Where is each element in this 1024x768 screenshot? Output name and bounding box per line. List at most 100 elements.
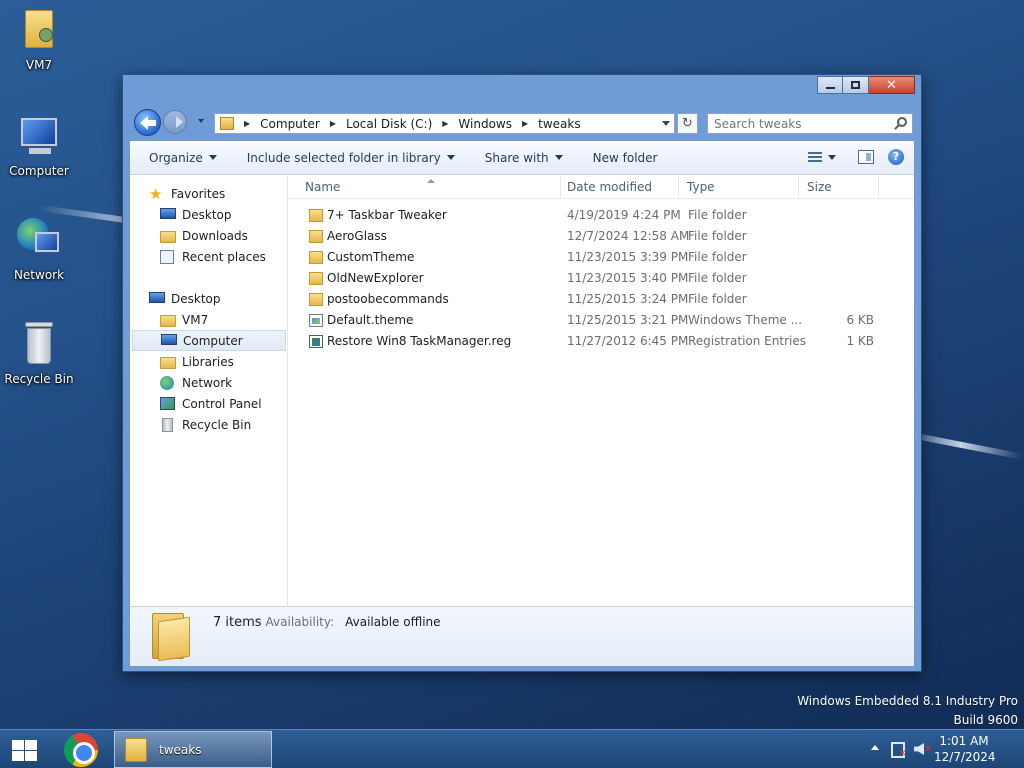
breadcrumb-local-disk[interactable]: Local Disk (C:)	[346, 117, 432, 131]
include-in-library-menu[interactable]: Include selected folder in library	[247, 151, 455, 165]
nav-control-panel[interactable]: Control Panel	[160, 393, 262, 414]
user-folder-icon	[15, 6, 63, 54]
breadcrumb-windows[interactable]: Windows	[458, 117, 512, 131]
maximize-button[interactable]	[843, 76, 869, 94]
address-dropdown-icon[interactable]	[662, 121, 670, 126]
network-disconnected-icon[interactable]	[891, 742, 907, 759]
file-row[interactable]: CustomTheme 11/23/2015 3:39 PM File fold…	[289, 247, 914, 268]
file-type: File folder	[688, 271, 747, 285]
breadcrumb-separator[interactable]: ▶	[522, 119, 528, 128]
nav-desktop-label: Desktop	[171, 291, 221, 306]
nav-item-label: Network	[182, 375, 233, 390]
share-with-menu[interactable]: Share with	[485, 151, 563, 165]
taskbar-button-label: tweaks	[159, 743, 202, 757]
file-name: 7+ Taskbar Tweaker	[327, 208, 447, 222]
nav-desktop[interactable]: Desktop	[149, 288, 221, 309]
breadcrumb-separator[interactable]: ▶	[330, 119, 336, 128]
computer-icon	[161, 333, 177, 348]
nav-fav-desktop[interactable]: Desktop	[160, 204, 232, 225]
desktop-icon-recycle-bin[interactable]: Recycle Bin	[0, 320, 78, 386]
nav-item-label: Desktop	[182, 207, 232, 222]
breadcrumb-separator[interactable]: ▶	[442, 119, 448, 128]
reg-file-icon	[309, 335, 323, 348]
recent-locations-dropdown[interactable]	[198, 119, 204, 123]
file-row[interactable]: AeroGlass 12/7/2024 12:58 AM File folder	[289, 226, 914, 247]
nav-vm7[interactable]: VM7	[160, 309, 208, 330]
explorer-content: Organize Include selected folder in libr…	[129, 140, 915, 667]
folder-icon	[309, 209, 323, 222]
breadcrumb-computer[interactable]: Computer	[260, 117, 320, 131]
desktop-icon	[149, 291, 165, 306]
file-type: File folder	[688, 292, 747, 306]
nav-fav-recent-places[interactable]: Recent places	[160, 246, 266, 267]
minimize-button[interactable]	[817, 76, 843, 94]
back-button[interactable]	[134, 109, 161, 136]
taskbar-button-tweaks[interactable]: tweaks	[114, 731, 272, 768]
new-folder-button[interactable]: New folder	[593, 151, 658, 165]
view-options-dropdown[interactable]	[828, 154, 836, 160]
toolbar-right: ?	[808, 149, 904, 165]
view-options-icon[interactable]	[808, 151, 822, 163]
chrome-icon[interactable]	[64, 733, 98, 767]
desktop-icon-computer[interactable]: Computer	[0, 112, 78, 178]
desktop-icon-vm7[interactable]: VM7	[0, 6, 78, 72]
file-list: 7+ Taskbar Tweaker 4/19/2019 4:24 PM Fil…	[289, 205, 914, 352]
window-controls: ✕	[817, 76, 915, 94]
nav-item-label: VM7	[182, 312, 209, 327]
file-type: File folder	[688, 208, 747, 222]
column-header-date-modified[interactable]: Date modified	[559, 176, 679, 199]
breadcrumb-separator[interactable]: ▶	[244, 119, 250, 128]
column-header-name[interactable]: Name	[297, 176, 561, 199]
nav-libraries[interactable]: Libraries	[160, 351, 234, 372]
file-size: 1 KB	[846, 334, 874, 348]
volume-muted-icon[interactable]	[914, 743, 924, 755]
column-header-size[interactable]: Size	[799, 176, 879, 199]
file-date: 11/23/2015 3:39 PM	[567, 250, 689, 264]
downloads-folder-icon	[160, 229, 176, 243]
folder-icon	[152, 613, 192, 662]
folder-icon	[125, 738, 147, 762]
file-name: OldNewExplorer	[327, 271, 424, 285]
file-row[interactable]: Restore Win8 TaskManager.reg 11/27/2012 …	[289, 331, 914, 352]
file-row[interactable]: 7+ Taskbar Tweaker 4/19/2019 4:24 PM Fil…	[289, 205, 914, 226]
file-row[interactable]: OldNewExplorer 11/23/2015 3:40 PM File f…	[289, 268, 914, 289]
column-header-type[interactable]: Type	[679, 176, 799, 199]
breadcrumb-tweaks[interactable]: tweaks	[538, 117, 580, 131]
libraries-icon	[160, 355, 176, 369]
nav-item-label: Recent places	[182, 249, 266, 264]
preview-pane-icon[interactable]	[858, 150, 874, 164]
chevron-down-icon	[208, 155, 217, 160]
include-label: Include selected folder in library	[246, 150, 441, 165]
desktop-icon-label: Computer	[9, 164, 69, 178]
file-date: 11/25/2015 3:21 PM	[567, 313, 689, 327]
watermark-line-2: Build 9600	[953, 713, 1018, 727]
nav-recycle-bin[interactable]: Recycle Bin	[160, 414, 251, 435]
show-hidden-icons-icon[interactable]	[871, 745, 879, 750]
close-button[interactable]: ✕	[869, 76, 915, 94]
search-box[interactable]	[707, 113, 913, 134]
nav-item-label: Computer	[183, 333, 243, 348]
file-date: 11/23/2015 3:40 PM	[567, 271, 689, 285]
organize-menu[interactable]: Organize	[149, 151, 217, 165]
file-name: Restore Win8 TaskManager.reg	[327, 334, 512, 348]
nav-computer[interactable]: Computer	[132, 330, 286, 351]
file-row[interactable]: postoobecommands 11/25/2015 3:24 PM File…	[289, 289, 914, 310]
title-bar[interactable]: ✕	[123, 75, 921, 105]
nav-fav-downloads[interactable]: Downloads	[160, 225, 248, 246]
nav-favorites[interactable]: ★ Favorites	[149, 183, 225, 204]
refresh-button[interactable]: ↻	[677, 113, 698, 134]
mute-x-icon: ✕	[924, 744, 933, 755]
search-icon[interactable]	[897, 117, 907, 127]
start-button[interactable]	[10, 738, 38, 762]
nav-network[interactable]: Network	[160, 372, 232, 393]
desktop-icon-label: Network	[13, 268, 65, 282]
forward-button[interactable]	[163, 110, 187, 134]
file-row[interactable]: Default.theme 11/25/2015 3:21 PM Windows…	[289, 310, 914, 331]
address-bar[interactable]: ▶ Computer ▶ Local Disk (C:) ▶ Windows ▶…	[214, 113, 675, 134]
clock[interactable]: 1:01 AM 12/7/2024	[934, 733, 996, 765]
help-icon[interactable]: ?	[888, 149, 904, 165]
search-input[interactable]	[708, 114, 878, 133]
computer-icon	[15, 112, 63, 160]
desktop-icon-network[interactable]: Network	[0, 216, 78, 282]
availability-label: Availability:	[265, 615, 335, 629]
